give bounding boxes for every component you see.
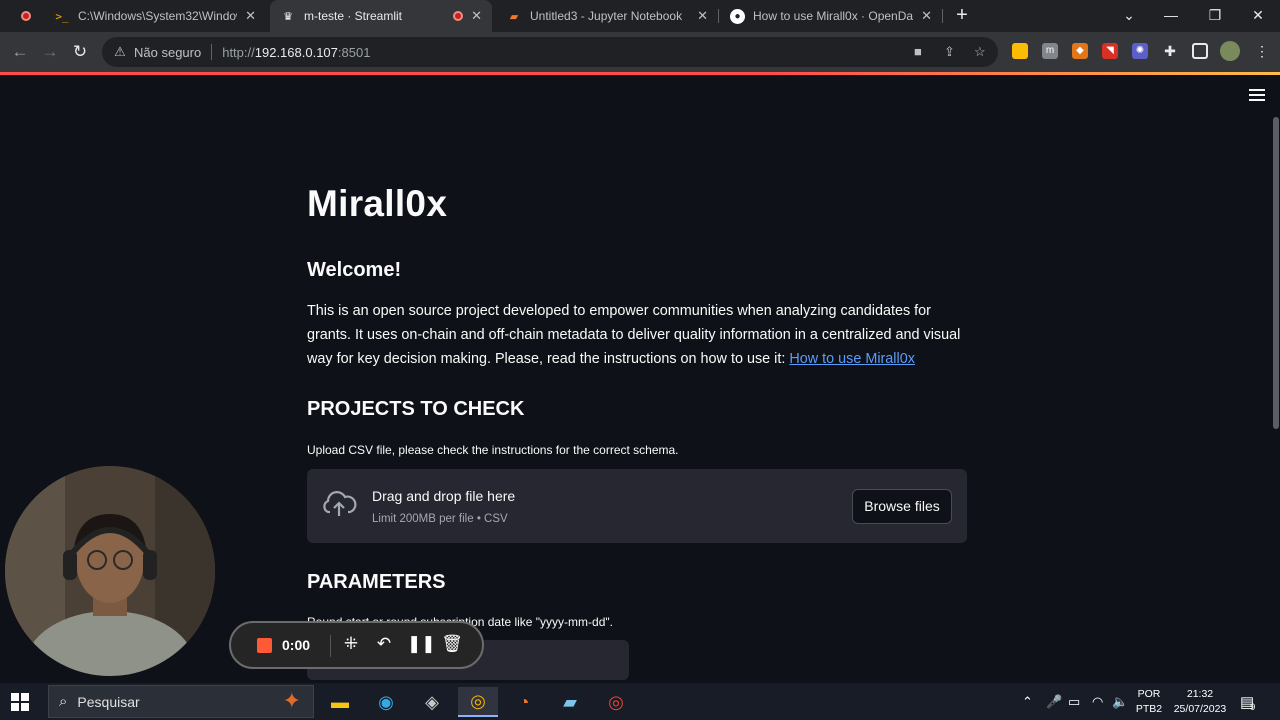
tab-divider <box>718 9 719 23</box>
close-tab-icon[interactable]: ✕ <box>245 8 256 24</box>
close-tab-icon[interactable]: ✕ <box>697 8 708 24</box>
stop-recording-button[interactable] <box>257 638 272 653</box>
screen-recorder-bar: 0:00 ⁜ ↶ ❚❚ 🗑 <box>229 621 484 669</box>
terminal-icon: >_ <box>55 9 69 23</box>
file-dropzone[interactable]: Drag and drop file here Limit 200MB per … <box>307 469 967 543</box>
url-host: 192.168.0.107 <box>254 44 338 60</box>
extension-gear-icon[interactable]: ✺ <box>1132 43 1148 59</box>
webcam-person-image <box>5 466 215 676</box>
wifi-icon[interactable]: ◠ <box>1092 683 1103 720</box>
cloud-upload-icon <box>323 491 357 516</box>
back-button[interactable]: ← <box>8 40 32 64</box>
microphone-icon[interactable]: 🎤 <box>1046 683 1062 720</box>
jupyter-icon: ▰ <box>509 10 519 23</box>
github-icon: ● <box>730 8 745 24</box>
edge-icon[interactable]: ◉ <box>366 687 406 717</box>
profile-avatar[interactable] <box>1220 41 1240 61</box>
close-tab-icon[interactable]: ✕ <box>471 8 482 24</box>
input-language[interactable]: POR PTB2 <box>1134 683 1164 720</box>
warning-icon[interactable]: ⚠ <box>112 44 128 60</box>
upload-label: Upload CSV file, please check the instru… <box>307 443 679 457</box>
page-title: Mirall0x <box>307 183 448 224</box>
browse-files-button[interactable]: Browse files <box>852 489 952 524</box>
tab-terminal[interactable]: >_ C:\Windows\System32\Windows ✕ <box>44 0 266 32</box>
undo-icon[interactable]: ↶ <box>373 634 395 654</box>
chrome-profile-icon[interactable]: ◎ <box>596 687 636 717</box>
taskbar-search[interactable]: ⌕ Pesquisar ✦ <box>48 685 314 718</box>
tab-divider <box>942 9 943 23</box>
clock-time: 21:32 <box>1186 687 1214 700</box>
search-highlight-icon: ✦ <box>282 688 301 713</box>
minimize-button[interactable]: — <box>1148 0 1194 32</box>
camera-icon[interactable]: ■ <box>914 44 922 59</box>
windows-taskbar: ⌕ Pesquisar ✦ ▬ ◉ ◈ ◎ ◔ ▰ ◎ ⌃ 🎤 ▭ ◠ 🔈 PO… <box>0 683 1280 720</box>
grid-icon[interactable]: ⁜ <box>340 634 362 654</box>
clock-date: 25/07/2023 <box>1173 702 1227 715</box>
metamask-icon[interactable]: ◆ <box>1072 43 1088 59</box>
notification-count: 9 <box>1250 701 1256 712</box>
tab-jupyter[interactable]: ▰ Untitled3 - Jupyter Notebook ✕ <box>496 0 718 32</box>
browser-menu-icon[interactable]: ⋮ <box>1254 43 1270 59</box>
tray-chevron-icon[interactable]: ⌃ <box>1022 683 1033 720</box>
notification-center-icon[interactable]: ▤ 9 <box>1240 683 1255 720</box>
address-divider <box>211 44 213 60</box>
notepad-icon[interactable]: ▰ <box>550 687 590 717</box>
dropzone-limit: Limit 200MB per file • CSV <box>372 513 508 525</box>
bookmark-star-icon[interactable]: ☆ <box>974 44 986 60</box>
extension-yellow-icon[interactable] <box>1012 43 1028 59</box>
recording-timer: 0:00 <box>282 637 311 653</box>
extension-m-icon[interactable]: m <box>1042 43 1058 59</box>
parameters-heading: PARAMETERS <box>307 571 446 593</box>
tab-search-button[interactable]: ⌄ <box>1106 0 1152 32</box>
welcome-heading: Welcome! <box>307 259 402 281</box>
url-protocol: http:// <box>222 44 255 60</box>
main-menu-icon[interactable] <box>1249 89 1265 103</box>
recorder-divider <box>330 635 331 657</box>
recording-indicator-icon <box>21 11 31 21</box>
chrome-icon[interactable]: ◎ <box>458 687 498 717</box>
battery-icon[interactable]: ▭ <box>1068 683 1080 720</box>
url-port: :8501 <box>337 44 371 60</box>
security-label[interactable]: Não seguro <box>134 45 201 60</box>
restore-button[interactable]: ❐ <box>1192 0 1238 32</box>
clock[interactable]: 21:32 25/07/2023 <box>1170 683 1230 720</box>
volume-icon[interactable]: 🔈 <box>1112 683 1128 720</box>
tab-recording-icon <box>453 11 464 21</box>
projects-heading: PROJECTS TO CHECK <box>307 398 525 420</box>
file-explorer-icon[interactable]: ▬ <box>320 687 360 717</box>
share-icon[interactable]: ⇪ <box>944 44 955 60</box>
webcam-overlay <box>5 466 215 676</box>
streamlit-icon: ♛ <box>283 10 293 23</box>
pause-icon[interactable]: ❚❚ <box>407 634 436 654</box>
search-placeholder: Pesquisar <box>77 693 140 710</box>
extension-colored-icon[interactable]: ◥ <box>1102 43 1118 59</box>
side-panel-icon[interactable] <box>1192 43 1208 59</box>
trash-icon[interactable]: 🗑 <box>441 634 463 654</box>
language-code: POR <box>1137 687 1161 700</box>
windows-start-icon[interactable] <box>11 693 29 711</box>
tab-streamlit[interactable]: ♛ m-teste · Streamlit ✕ <box>270 0 492 32</box>
browser-tab-strip: >_ C:\Windows\System32\Windows ✕ ♛ m-tes… <box>0 0 1280 32</box>
intro-paragraph: This is an open source project developed… <box>307 299 967 371</box>
address-bar[interactable]: ⚠ Não seguro http:// 192.168.0.107 :8501… <box>102 37 998 67</box>
new-tab-button[interactable]: + <box>950 4 974 28</box>
tab-github[interactable]: ● How to use Mirall0x · OpenData ✕ <box>720 0 942 32</box>
close-tab-icon[interactable]: ✕ <box>921 8 932 24</box>
page-scrollbar[interactable] <box>1273 117 1279 429</box>
close-window-button[interactable]: ✕ <box>1235 0 1280 32</box>
search-icon: ⌕ <box>59 693 68 710</box>
jupyter-app-icon[interactable]: ◔ <box>504 687 544 717</box>
app-icon[interactable]: ◈ <box>412 687 452 717</box>
instructions-link[interactable]: How to use Mirall0x <box>789 351 915 367</box>
keyboard-layout: PTB2 <box>1135 702 1163 715</box>
reload-button[interactable]: ↻ <box>68 40 92 64</box>
extensions-puzzle-icon[interactable]: ✚ <box>1162 43 1178 59</box>
dropzone-instructions: Drag and drop file here <box>372 488 516 504</box>
forward-button[interactable]: → <box>38 40 62 64</box>
